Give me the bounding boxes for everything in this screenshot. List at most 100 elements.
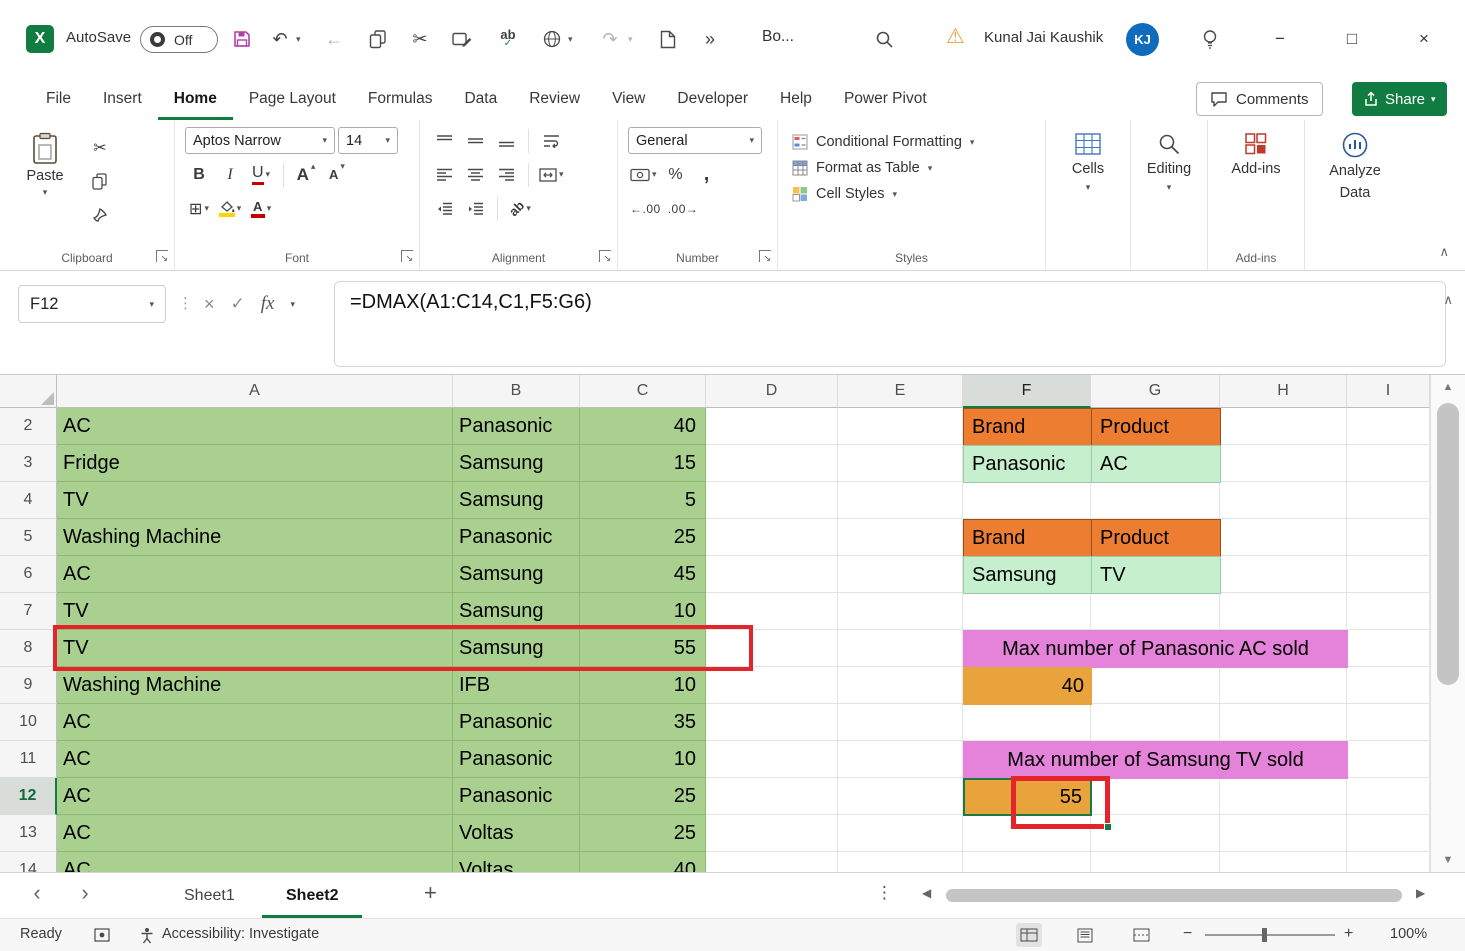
close-button[interactable]: × — [1402, 18, 1446, 60]
cell-brand[interactable]: Panasonic — [453, 778, 580, 815]
more-commands-button[interactable]: » — [692, 21, 728, 57]
cell-brand[interactable]: Voltas — [453, 852, 580, 872]
row-header[interactable]: 6 — [0, 556, 57, 593]
undo-button[interactable]: ↶ — [262, 21, 298, 57]
row-header[interactable]: 3 — [0, 445, 57, 482]
hscroll-left-icon[interactable]: ◀ — [922, 886, 931, 900]
cell-brand[interactable]: Samsung — [453, 445, 580, 482]
align-middle-button[interactable] — [461, 127, 489, 154]
cell-item[interactable]: Fridge — [57, 445, 453, 482]
zoom-in-button[interactable]: + — [1344, 925, 1353, 943]
zoom-out-button[interactable]: − — [1183, 925, 1192, 943]
tips-button[interactable] — [1192, 21, 1228, 57]
decrease-decimal-button[interactable]: .00→ — [666, 195, 701, 222]
cell-qty[interactable]: 45 — [580, 556, 706, 593]
cell-item[interactable]: AC — [57, 815, 453, 852]
empty-cells[interactable] — [706, 593, 1430, 630]
font-color-button[interactable]: A ▾ — [247, 195, 275, 222]
zoom-level[interactable]: 100% — [1390, 926, 1427, 942]
hscroll-right-icon[interactable]: ▶ — [1416, 886, 1425, 900]
new-file-button[interactable] — [650, 21, 686, 57]
cell-g5-product-header[interactable]: Product — [1091, 519, 1221, 557]
cell-qty[interactable]: 40 — [580, 852, 706, 872]
maximize-button[interactable]: □ — [1330, 18, 1374, 60]
cell-item[interactable]: AC — [57, 741, 453, 778]
vertical-scrollbar[interactable]: ▲ ▼ — [1430, 375, 1465, 872]
conditional-formatting-button[interactable]: Conditional Formatting ▾ — [792, 134, 1045, 150]
cell-item[interactable]: AC — [57, 408, 453, 445]
prev-sheet-icon[interactable]: ‹ — [22, 880, 52, 906]
align-center-button[interactable] — [461, 161, 489, 188]
zoom-slider[interactable] — [1205, 934, 1335, 936]
analyze-data-button[interactable]: Analyze Data — [1305, 120, 1405, 202]
formula-input[interactable]: =DMAX(A1:C14,C1,F5:G6) — [334, 281, 1446, 367]
collapse-formula-bar-button[interactable]: ∧ — [1443, 292, 1453, 308]
row-header[interactable]: 9 — [0, 667, 57, 704]
sheet-tab-sheet2[interactable]: Sheet2 — [262, 873, 362, 918]
cells-button[interactable]: Cells ▾ — [1046, 120, 1130, 193]
cell-item[interactable]: Washing Machine — [57, 519, 453, 556]
warning-icon[interactable]: ⚠ — [946, 24, 965, 49]
number-launcher[interactable]: ↘ — [759, 250, 771, 262]
decrease-indent-button[interactable] — [430, 195, 458, 222]
empty-cells[interactable] — [706, 704, 1430, 741]
editing-button[interactable]: Editing ▾ — [1131, 120, 1207, 193]
comments-button[interactable]: Comments — [1196, 82, 1323, 116]
accessibility-button[interactable] — [140, 927, 154, 948]
cell-item[interactable]: AC — [57, 852, 453, 872]
format-as-table-button[interactable]: Format as Table ▾ — [792, 160, 1045, 176]
sheet-tab-sheet1[interactable]: Sheet1 — [160, 873, 259, 918]
cancel-formula-button[interactable]: × — [204, 294, 215, 315]
qat-edit-button[interactable] — [444, 21, 480, 57]
row-header[interactable]: 13 — [0, 815, 57, 852]
underline-button[interactable]: U▾ — [247, 161, 275, 188]
cell-f6-brand-value[interactable]: Samsung — [963, 556, 1092, 594]
cell-qty[interactable]: 10 — [580, 741, 706, 778]
column-header-f[interactable]: F — [963, 375, 1091, 408]
cell-item[interactable]: TV — [57, 482, 453, 519]
cell-g6-product-value[interactable]: TV — [1091, 556, 1221, 594]
paste-button[interactable]: Paste ▾ — [14, 132, 76, 229]
cell-brand[interactable]: Samsung — [453, 482, 580, 519]
add-sheet-button[interactable]: + — [424, 880, 437, 906]
row-header[interactable]: 14 — [0, 852, 57, 872]
search-button[interactable] — [866, 21, 902, 57]
cell-qty[interactable]: 5 — [580, 482, 706, 519]
tab-power-pivot[interactable]: Power Pivot — [828, 78, 943, 120]
column-header-e[interactable]: E — [838, 375, 963, 408]
empty-cells[interactable] — [706, 482, 1430, 519]
tab-insert[interactable]: Insert — [87, 78, 158, 120]
tab-file[interactable]: File — [30, 78, 87, 120]
fill-color-button[interactable]: ▾ — [216, 195, 244, 222]
cell-f3-brand-value[interactable]: Panasonic — [963, 445, 1092, 483]
minimize-button[interactable]: − — [1258, 18, 1302, 60]
tab-strip-menu-icon[interactable]: ⋮ — [876, 883, 893, 903]
save-button[interactable] — [224, 21, 260, 57]
cell-qty[interactable]: 35 — [580, 704, 706, 741]
qat-cut-button[interactable]: ✂ — [402, 21, 438, 57]
page-break-view-button[interactable] — [1128, 923, 1154, 947]
decrease-font-button[interactable]: A▾ — [323, 161, 351, 188]
avatar[interactable]: KJ — [1126, 23, 1159, 56]
increase-decimal-button[interactable]: ←.00 — [628, 195, 663, 222]
italic-button[interactable]: I — [216, 161, 244, 188]
column-header-c[interactable]: C — [580, 375, 706, 408]
row-header[interactable]: 11 — [0, 741, 57, 778]
result1-value-cell[interactable]: 40 — [963, 667, 1092, 705]
clipboard-launcher[interactable]: ↘ — [156, 250, 168, 262]
column-header-g[interactable]: G — [1091, 375, 1220, 408]
undo-chevron-icon[interactable]: ▾ — [296, 34, 301, 45]
copy-button[interactable] — [86, 168, 114, 195]
name-box[interactable]: F12 ▾ — [18, 285, 166, 323]
format-painter-button[interactable] — [86, 202, 114, 229]
zoom-slider-knob[interactable] — [1262, 928, 1267, 942]
tab-data[interactable]: Data — [448, 78, 513, 120]
cell-g2-product-header[interactable]: Product — [1091, 408, 1221, 446]
increase-font-button[interactable]: A▴ — [292, 161, 320, 188]
font-size-select[interactable]: 14 ▾ — [338, 127, 398, 154]
cell-item[interactable]: Washing Machine — [57, 667, 453, 704]
borders-button[interactable]: ⊞▾ — [185, 195, 213, 222]
excel-logo-icon[interactable]: X — [26, 25, 54, 53]
column-header-b[interactable]: B — [453, 375, 580, 408]
column-header-h[interactable]: H — [1220, 375, 1347, 408]
